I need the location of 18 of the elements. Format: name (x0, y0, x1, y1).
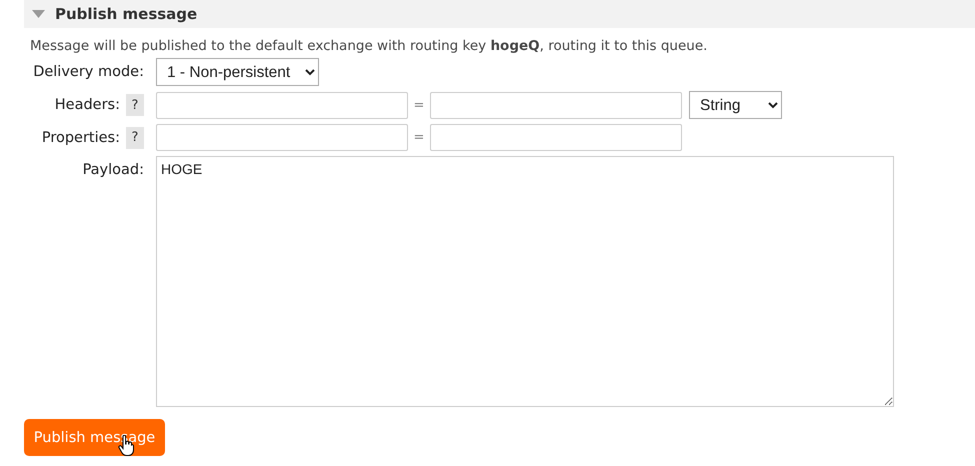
field-label: Payload: (82, 162, 144, 178)
type-dropdown[interactable]: String (689, 91, 782, 119)
property-value-field[interactable] (430, 124, 682, 151)
property-key-field[interactable] (156, 124, 408, 151)
help-button[interactable]: ? (126, 126, 144, 148)
field-label: Delivery mode: (33, 64, 144, 80)
field-label: Headers: (54, 97, 120, 113)
description-text: Message will be published to the default exchange with routing key hogeQ, routing it to this queue. (30, 38, 708, 54)
equals-sign: = (412, 130, 426, 145)
field-label: Properties: (42, 130, 120, 146)
section-title: Publish message (55, 5, 198, 23)
section-header[interactable]: Publish message (24, 0, 975, 28)
header-key-field[interactable] (156, 92, 408, 118)
help-button[interactable]: ? (126, 94, 144, 116)
header-value-field[interactable] (430, 92, 682, 118)
equals-sign: = (412, 98, 426, 112)
delivery-mode-dropdown[interactable]: 1 - Non-persistent (156, 58, 319, 86)
payload-field[interactable]: HOGE (156, 156, 894, 407)
